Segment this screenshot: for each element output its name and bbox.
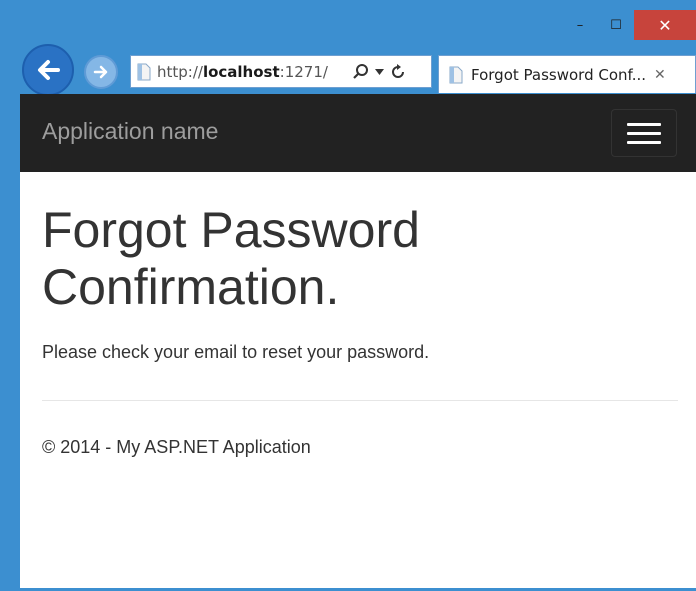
navbar-brand[interactable]: Application name (42, 118, 218, 145)
back-button[interactable] (22, 44, 74, 96)
minimize-button[interactable]: – (562, 10, 598, 40)
maximize-button[interactable]: ☐ (598, 10, 634, 40)
confirmation-message: Please check your email to reset your pa… (42, 342, 430, 362)
hamburger-menu-icon (627, 131, 661, 135)
tab-forgot-password[interactable]: Forgot Password Conf... ✕ (438, 55, 696, 93)
forward-arrow-icon (93, 65, 108, 79)
divider (42, 400, 678, 401)
tab-title: Forgot Password Conf... (471, 65, 647, 84)
address-bar[interactable]: http://localhost:1271/ (130, 55, 432, 88)
search-icon[interactable] (353, 63, 369, 80)
refresh-icon[interactable] (390, 63, 406, 80)
page-content: Application name Forgot Password Confirm… (20, 94, 696, 588)
navbar-toggle-button[interactable] (611, 109, 677, 157)
forward-button[interactable] (84, 55, 118, 89)
footer-text: © 2014 - My ASP.NET Application (42, 437, 311, 457)
back-arrow-icon (38, 60, 60, 80)
hamburger-menu-icon (627, 122, 661, 126)
chevron-down-icon[interactable] (375, 68, 384, 75)
navbar: Application name (20, 94, 696, 172)
page-icon (449, 66, 463, 83)
address-tools (353, 63, 406, 80)
page-title: Forgot Password Confirmation. (42, 202, 420, 315)
window-controls: – ☐ ✕ (562, 10, 696, 40)
page-icon (137, 63, 151, 80)
close-window-button[interactable]: ✕ (634, 10, 696, 40)
browser-window: – ☐ ✕ http://localhost:1271/ Forgot Pass… (0, 0, 696, 591)
hamburger-menu-icon (627, 140, 661, 144)
url-text[interactable]: http://localhost:1271/ (157, 63, 347, 81)
tab-close-icon[interactable]: ✕ (654, 67, 666, 83)
